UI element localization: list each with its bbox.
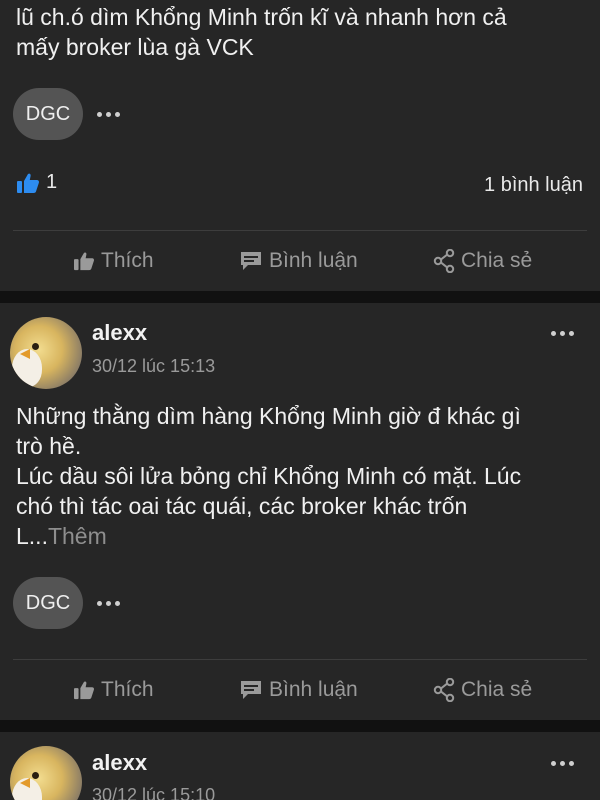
share-button-label: Chia sẻ <box>461 678 533 701</box>
share-button-label: Chia sẻ <box>461 249 533 272</box>
like-button-label: Thích <box>101 249 154 272</box>
more-horizontal-icon[interactable] <box>97 598 120 608</box>
post-card: lũ ch.ó dìm Khổng Minh trốn kĩ và nhanh … <box>0 0 600 291</box>
more-horizontal-icon[interactable] <box>551 758 574 768</box>
stock-tag-button[interactable]: DGC <box>13 577 83 629</box>
like-button[interactable]: Thích <box>73 239 154 283</box>
divider <box>13 659 587 660</box>
like-count-value: 1 <box>46 171 58 193</box>
like-button-label: Thích <box>101 678 154 701</box>
stock-tag-button[interactable]: DGC <box>13 88 83 140</box>
divider <box>13 230 587 231</box>
author-name[interactable]: alexx <box>92 320 147 346</box>
share-button[interactable]: Chia sẻ <box>433 668 532 712</box>
post-card: alexx 30/12 lúc 15:10 <box>0 732 600 800</box>
author-name[interactable]: alexx <box>92 750 147 776</box>
more-horizontal-icon[interactable] <box>97 109 120 119</box>
more-horizontal-icon[interactable] <box>551 328 574 338</box>
post-body: lũ ch.ó dìm Khổng Minh trốn kĩ và nhanh … <box>16 4 507 60</box>
stock-tag-label: DGC <box>25 102 71 125</box>
stock-tag-label: DGC <box>25 591 71 614</box>
thumbs-up-icon <box>17 173 39 193</box>
avatar[interactable] <box>10 746 82 800</box>
comment-button[interactable]: Bình luận <box>239 239 358 283</box>
like-button[interactable]: Thích <box>73 668 154 712</box>
share-icon <box>433 249 455 273</box>
post-stats: 1 1 bình luận <box>0 165 600 205</box>
avatar[interactable] <box>10 317 82 389</box>
post-actions: Thích Bình luận Chia sẻ <box>0 668 600 712</box>
post-timestamp: 30/12 lúc 15:13 <box>92 356 216 376</box>
see-more-link[interactable]: Thêm <box>48 523 107 549</box>
post-actions: Thích Bình luận Chia sẻ <box>0 239 600 283</box>
share-button[interactable]: Chia sẻ <box>433 239 532 283</box>
comment-button-label: Bình luận <box>269 249 358 272</box>
share-icon <box>433 678 455 702</box>
post-body: Những thằng dìm hàng Khổng Minh giờ đ kh… <box>16 403 522 549</box>
comment-count-link[interactable]: 1 bình luận <box>484 174 583 197</box>
thumbs-up-icon <box>74 681 94 700</box>
post-card: alexx 30/12 lúc 15:13 Những thằng dìm hà… <box>0 303 600 720</box>
comment-bubble-icon <box>241 252 261 270</box>
thumbs-up-icon <box>74 252 94 271</box>
comment-button-label: Bình luận <box>269 678 358 701</box>
post-timestamp: 30/12 lúc 15:10 <box>92 785 216 800</box>
comment-bubble-icon <box>241 681 261 699</box>
comment-button[interactable]: Bình luận <box>239 668 358 712</box>
like-count[interactable]: 1 <box>16 171 57 194</box>
